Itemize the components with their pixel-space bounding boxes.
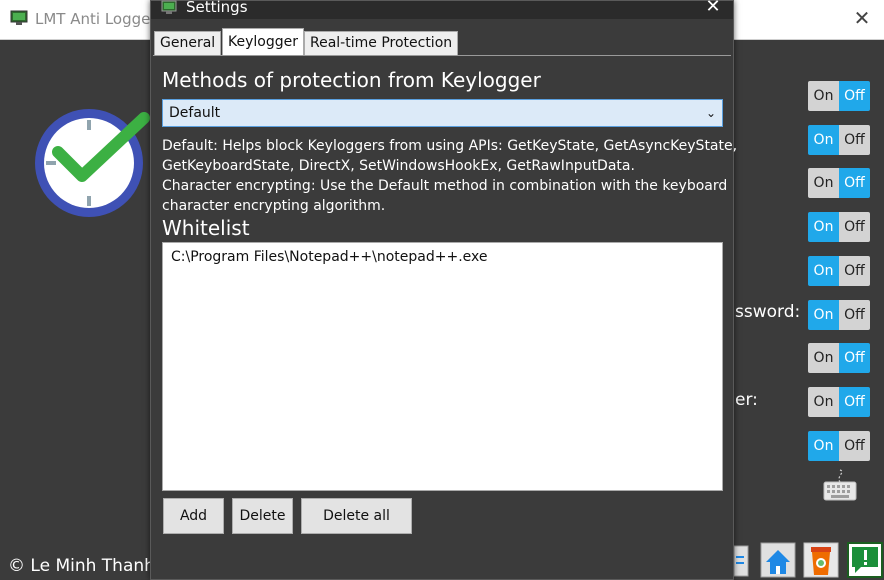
toggle-off-label[interactable]: Off	[839, 168, 870, 198]
whitelist-list[interactable]: C:\Program Files\Notepad++\notepad++.exe	[162, 242, 723, 491]
methods-heading: Methods of protection from Keylogger	[162, 68, 541, 92]
toggle-on-label[interactable]: On	[808, 168, 839, 198]
keyboard-icon[interactable]	[822, 468, 858, 502]
keylogger-tab-panel: Methods of protection from Keylogger Def…	[153, 55, 738, 579]
toggle-off-label[interactable]: Off	[839, 300, 870, 330]
description-line: character encrypting algorithm.	[162, 198, 386, 214]
on-off-toggle[interactable]: On Off	[808, 431, 870, 461]
home-icon[interactable]	[760, 542, 796, 578]
tab-strip: General Keylogger Real-time Protection	[151, 28, 733, 55]
on-off-toggle[interactable]: On Off	[808, 81, 870, 111]
toggle-on-label[interactable]: On	[808, 81, 839, 111]
toggle-on-label[interactable]: On	[808, 212, 839, 242]
tab-general[interactable]: General	[154, 31, 222, 55]
clock-check-icon	[35, 109, 150, 217]
protection-method-select[interactable]: Default ⌄	[162, 99, 723, 127]
on-off-toggle[interactable]: On Off	[808, 168, 870, 198]
settings-dialog: Settings ✕ General Keylogger Real-time P…	[150, 0, 738, 580]
toggle-on-label[interactable]: On	[808, 343, 839, 373]
tab-real-time-protection[interactable]: Real-time Protection	[304, 31, 459, 55]
toggle-on-label[interactable]: On	[808, 387, 839, 417]
settings-titlebar: Settings ✕	[151, 0, 733, 19]
on-off-toggle[interactable]: On Off	[808, 212, 870, 242]
toggle-off-label[interactable]: Off	[839, 431, 870, 461]
copyright-text: © Le Minh Thanh	[8, 556, 155, 576]
delete-button[interactable]: Delete	[232, 498, 293, 534]
list-item[interactable]: C:\Program Files\Notepad++\notepad++.exe	[163, 243, 722, 265]
toggle-off-label[interactable]: Off	[839, 343, 870, 373]
toggle-off-label[interactable]: Off	[839, 212, 870, 242]
description-line: GetKeyboardState, DirectX, SetWindowsHoo…	[162, 158, 635, 174]
toggle-on-label[interactable]: On	[808, 125, 839, 155]
monitor-shield-icon	[10, 10, 28, 25]
main-window-title: LMT Anti Logger	[35, 10, 157, 28]
toggle-off-label[interactable]: Off	[839, 387, 870, 417]
toggle-off-label[interactable]: Off	[839, 81, 870, 111]
notification-icon[interactable]	[847, 542, 883, 578]
monitor-shield-icon	[161, 0, 177, 14]
description-line: Default: Helps block Keyloggers from usi…	[162, 138, 738, 154]
on-off-toggle[interactable]: On Off	[808, 125, 870, 155]
settings-close-button[interactable]: ✕	[701, 0, 725, 19]
main-close-button[interactable]: ✕	[848, 4, 876, 32]
partial-logger-label: er:	[735, 390, 758, 410]
coffee-cup-icon[interactable]	[803, 542, 839, 578]
whitelist-heading: Whitelist	[162, 216, 250, 240]
add-button[interactable]: Add	[163, 498, 224, 534]
toggle-off-label[interactable]: Off	[839, 256, 870, 286]
tab-keylogger[interactable]: Keylogger	[222, 28, 304, 55]
selected-method: Default	[169, 105, 221, 121]
method-description: Default: Helps block Keyloggers from usi…	[162, 136, 738, 216]
document-icon[interactable]	[734, 542, 750, 578]
on-off-toggle[interactable]: On Off	[808, 387, 870, 417]
toggle-on-label[interactable]: On	[808, 431, 839, 461]
settings-title: Settings	[186, 0, 248, 16]
on-off-toggle[interactable]: On Off	[808, 256, 870, 286]
on-off-toggle[interactable]: On Off	[808, 343, 870, 373]
delete-all-button[interactable]: Delete all	[301, 498, 412, 534]
partial-password-label: ssword:	[735, 302, 801, 322]
chevron-down-icon: ⌄	[705, 106, 716, 120]
toggle-on-label[interactable]: On	[808, 256, 839, 286]
toggle-off-label[interactable]: Off	[839, 125, 870, 155]
on-off-toggle[interactable]: On Off	[808, 300, 870, 330]
toggle-on-label[interactable]: On	[808, 300, 839, 330]
description-line: Character encrypting: Use the Default me…	[162, 178, 728, 194]
